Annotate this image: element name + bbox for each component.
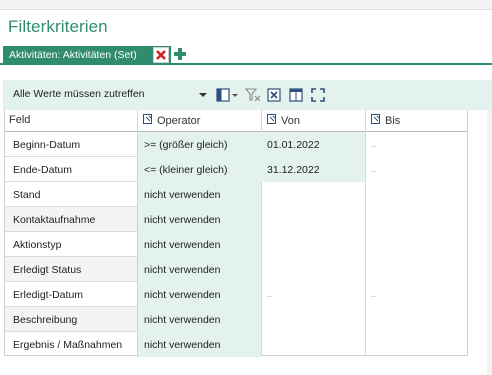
cell-bis[interactable]: [365, 207, 467, 232]
column-header-icon: [371, 114, 381, 128]
column-header-icon: [267, 114, 277, 128]
columns-dropdown-icon[interactable]: [231, 88, 239, 102]
table-row[interactable]: Beginn-Datum >= (größer gleich) 01.01.20…: [5, 132, 467, 157]
table-row[interactable]: Aktionstyp nicht verwenden: [5, 232, 467, 257]
page-title: Filterkriterien: [8, 17, 108, 36]
cell-von[interactable]: [261, 207, 365, 232]
table-row[interactable]: Ergebnis / Maßnahmen nicht verwenden: [5, 332, 467, 357]
cell-von[interactable]: [261, 332, 365, 357]
table-row[interactable]: Kontaktaufnahme nicht verwenden: [5, 207, 467, 232]
fit-icon[interactable]: [311, 88, 325, 102]
cell-von[interactable]: 31.12.2022: [261, 157, 365, 182]
table-row[interactable]: Erledigt Status nicht verwenden: [5, 257, 467, 282]
cell-feld: Stand: [13, 189, 41, 201]
table-row[interactable]: Beschreibung nicht verwenden: [5, 307, 467, 332]
cell-feld: Ergebnis / Maßnahmen: [13, 339, 123, 351]
cell-operator[interactable]: nicht verwenden: [137, 332, 261, 357]
column-header-bis[interactable]: Bis: [365, 110, 467, 132]
cell-operator[interactable]: >= (größer gleich): [137, 132, 261, 157]
scrollbar[interactable]: [487, 110, 492, 375]
match-mode-select[interactable]: Alle Werte müssen zutreffen: [7, 85, 211, 105]
cell-bis[interactable]: ..: [365, 157, 467, 182]
cell-bis[interactable]: ..: [365, 132, 467, 157]
cell-operator[interactable]: nicht verwenden: [137, 182, 261, 207]
cell-operator[interactable]: nicht verwenden: [137, 232, 261, 257]
close-icon[interactable]: [153, 47, 169, 63]
cell-bis[interactable]: ..: [365, 282, 467, 307]
cell-feld: Beginn-Datum: [13, 139, 81, 151]
top-strip: [0, 0, 492, 10]
chevron-down-icon: [199, 93, 207, 97]
cell-von[interactable]: [261, 182, 365, 207]
cell-operator[interactable]: nicht verwenden: [137, 257, 261, 282]
cell-feld: Aktionstyp: [13, 239, 62, 251]
cell-bis[interactable]: [365, 257, 467, 282]
columns-icon[interactable]: [216, 88, 230, 102]
add-icon[interactable]: [173, 47, 187, 61]
cell-feld: Erledigt Status: [5, 257, 137, 282]
tab-aktivitaeten[interactable]: Aktivitäten: Aktivitäten (Set): [3, 46, 171, 64]
cell-operator[interactable]: nicht verwenden: [137, 282, 261, 307]
column-header-operator[interactable]: Operator: [137, 110, 261, 132]
cell-feld: Erledigt-Datum: [13, 289, 84, 301]
cell-bis[interactable]: [365, 307, 467, 332]
cell-bis[interactable]: [365, 182, 467, 207]
cell-feld: Kontaktaufnahme: [5, 207, 137, 232]
column-header-von[interactable]: Von: [261, 110, 365, 132]
table-icon[interactable]: [289, 88, 303, 102]
column-header-feld[interactable]: Feld: [5, 110, 137, 132]
cell-bis[interactable]: [365, 332, 467, 357]
table-row[interactable]: Stand nicht verwenden: [5, 182, 467, 207]
filter-clear-icon[interactable]: [244, 88, 261, 102]
column-header-icon: [143, 114, 153, 128]
cell-bis[interactable]: [365, 232, 467, 257]
cell-feld: Ende-Datum: [13, 164, 72, 176]
filter-grid: Feld Operator Von Bis Beginn-Datum >= (g…: [4, 110, 468, 357]
tab-label: Aktivitäten: Aktivitäten (Set): [9, 49, 137, 61]
excel-export-icon[interactable]: [267, 88, 281, 102]
cell-von[interactable]: [261, 232, 365, 257]
table-row[interactable]: Ende-Datum <= (kleiner gleich) 31.12.202…: [5, 157, 467, 182]
cell-feld: Beschreibung: [5, 307, 137, 332]
table-row[interactable]: Erledigt-Datum nicht verwenden .. ..: [5, 282, 467, 307]
cell-operator[interactable]: nicht verwenden: [137, 207, 261, 232]
toolbar: Alle Werte müssen zutreffen: [3, 80, 492, 110]
cell-von[interactable]: 01.01.2022: [261, 132, 365, 157]
cell-operator[interactable]: nicht verwenden: [137, 307, 261, 332]
match-mode-value: Alle Werte müssen zutreffen: [13, 88, 145, 100]
cell-operator[interactable]: <= (kleiner gleich): [137, 157, 261, 182]
tab-underline: [0, 63, 492, 65]
cell-von[interactable]: [261, 307, 365, 332]
cell-von[interactable]: ..: [261, 282, 365, 307]
cell-von[interactable]: [261, 257, 365, 282]
tab-row: Aktivitäten: Aktivitäten (Set): [0, 44, 492, 64]
